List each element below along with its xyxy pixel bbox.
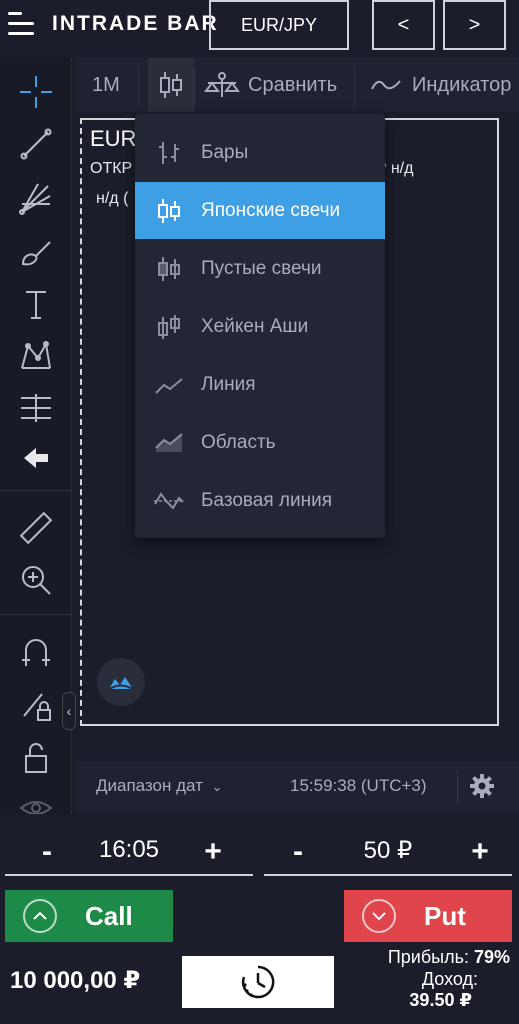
chevron-up-icon xyxy=(23,899,57,933)
amount-input[interactable]: 50 ₽ xyxy=(324,836,452,865)
timer-button[interactable] xyxy=(182,956,334,1008)
menu-icon[interactable] xyxy=(8,8,34,42)
menu-item-label: Область xyxy=(201,431,276,453)
income-value: 39.50 ₽ xyxy=(409,990,472,1010)
amount-plus-button[interactable]: + xyxy=(460,832,500,872)
menu-item-heikin-ashi[interactable]: Хейкен Аши xyxy=(135,298,385,355)
amount-minus-button[interactable]: - xyxy=(278,832,318,872)
logo: INTRADE BAR xyxy=(52,12,219,35)
bars-icon xyxy=(151,135,187,171)
cloud-icon[interactable] xyxy=(97,658,145,706)
zoom-in-icon[interactable] xyxy=(12,558,60,602)
menu-item-candles[interactable]: Японские свечи xyxy=(135,182,385,239)
menu-item-label: Пустые свечи xyxy=(201,257,322,279)
menu-item-hollow-candles[interactable]: Пустые свечи xyxy=(135,240,385,297)
candles-icon xyxy=(160,72,182,98)
amount-stepper: - 50 ₽ + xyxy=(264,826,512,876)
profit-label: Прибыль: xyxy=(387,947,469,967)
date-range-button[interactable]: Диапазон дат ⌄ xyxy=(96,776,223,796)
brush-icon[interactable] xyxy=(12,230,60,274)
next-pair-button[interactable]: > xyxy=(443,0,506,50)
menu-item-label: Бары xyxy=(201,141,249,163)
legend-open: ОТКР xyxy=(90,160,133,177)
collapse-toolbar-handle[interactable]: ‹ xyxy=(62,692,76,730)
text-tool-icon[interactable] xyxy=(12,282,60,326)
time-minus-button[interactable]: - xyxy=(27,832,67,872)
chart-footer: Диапазон дат ⌄ 15:59:38 (UTC+3) xyxy=(76,762,519,812)
hollow-candles-icon xyxy=(151,251,187,287)
call-button[interactable]: Call xyxy=(5,890,173,942)
candles-icon xyxy=(151,193,187,229)
chevron-down-icon: ⌄ xyxy=(211,779,223,794)
crosshair-icon[interactable] xyxy=(12,70,60,114)
put-label: Put xyxy=(424,900,466,931)
menu-item-label: Японские свечи xyxy=(201,199,341,221)
chart-type-button[interactable] xyxy=(148,58,194,112)
area-icon xyxy=(151,425,187,461)
put-button[interactable]: Put xyxy=(344,890,512,942)
fib-fan-icon[interactable] xyxy=(12,176,60,220)
time-plus-button[interactable]: + xyxy=(193,832,233,872)
pattern-icon[interactable] xyxy=(12,334,60,378)
clock-icon xyxy=(241,965,275,999)
menu-item-area[interactable]: Область xyxy=(135,414,385,471)
compare-button[interactable]: Сравнить xyxy=(204,58,337,112)
menu-item-bars[interactable]: Бары xyxy=(135,124,385,181)
line-icon xyxy=(151,367,187,403)
ruler-icon[interactable] xyxy=(12,506,60,550)
chart-type-menu: Бары Японские свечи Пустые свечи Хейкен … xyxy=(135,114,385,538)
time-stepper: - 16:05 + xyxy=(5,826,253,876)
measure-levels-icon[interactable] xyxy=(12,386,60,430)
trading-panel: - 16:05 + - 50 ₽ + Call Put 10 000,00 ₽ … xyxy=(0,814,519,1024)
menu-item-baseline[interactable]: Базовая линия xyxy=(135,472,385,529)
gear-icon[interactable] xyxy=(469,773,495,804)
trend-line-icon[interactable] xyxy=(12,122,60,166)
top-bar: INTRADE BAR EUR/JPY < > xyxy=(0,0,519,56)
arrow-left-icon[interactable] xyxy=(12,436,60,480)
balance: 10 000,00 ₽ xyxy=(10,967,141,994)
magnet-icon[interactable] xyxy=(12,630,60,674)
prev-pair-button[interactable]: < xyxy=(372,0,435,50)
menu-item-label: Базовая линия xyxy=(201,489,332,511)
compare-label: Сравнить xyxy=(248,73,338,96)
baseline-icon xyxy=(151,483,187,519)
heikin-ashi-icon xyxy=(151,309,187,345)
chart-toolbar: 1M Сравнить Индикатор xyxy=(76,58,519,112)
interval-button[interactable]: 1M xyxy=(92,58,120,112)
chevron-down-icon xyxy=(362,899,396,933)
call-label: Call xyxy=(85,900,133,931)
indicators-label: Индикатор xyxy=(412,73,512,96)
profit-value: 79% xyxy=(473,947,510,967)
indicator-wave-icon xyxy=(371,80,401,90)
date-range-label: Диапазон дат xyxy=(96,776,203,795)
legend-symbol: EUR xyxy=(90,126,137,151)
chart-time: 15:59:38 (UTC+3) xyxy=(290,776,427,795)
time-input[interactable]: 16:05 xyxy=(65,836,193,864)
menu-item-label: Линия xyxy=(201,373,256,395)
compare-icon xyxy=(204,72,240,97)
menu-item-label: Хейкен Аши xyxy=(201,315,309,337)
profit-info: Прибыль: 79% Доход: 39.50 ₽ xyxy=(340,947,510,1010)
lock-drawing-icon[interactable] xyxy=(12,684,60,728)
unlock-icon[interactable] xyxy=(12,736,60,780)
menu-item-line[interactable]: Линия xyxy=(135,356,385,413)
indicators-button[interactable]: Индикатор xyxy=(370,58,519,112)
income-label: Доход: xyxy=(421,969,478,989)
legend-second-line: н/д ( xyxy=(96,190,129,207)
currency-pair-button[interactable]: EUR/JPY xyxy=(209,0,349,50)
